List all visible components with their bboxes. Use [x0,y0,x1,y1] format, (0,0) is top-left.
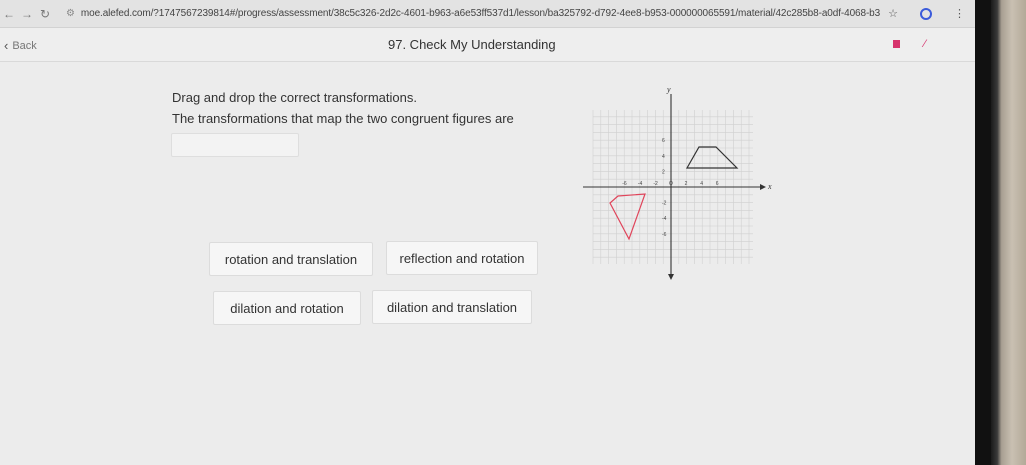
back-button[interactable]: ‹ Back [4,38,37,53]
answer-option-rotation-translation[interactable]: rotation and translation [209,242,373,276]
profile-icon[interactable] [920,7,932,20]
url-text: moe.alefed.com/?1747567239814#/progress/… [80,8,881,19]
y-tick-label: -6 [662,232,667,238]
answer-option-dilation-translation[interactable]: dilation and translation [372,290,532,324]
site-settings-icon[interactable]: ⚙ [66,8,75,19]
app-header: ‹ Back 97. Check My Understanding ⁄ [0,28,975,62]
screen: ← → ↻ ⚙ moe.alefed.com/?1747567239814#/p… [0,0,975,465]
reload-icon[interactable]: ↻ [36,7,54,21]
back-arrow-icon[interactable]: ← [0,7,18,21]
answer-option-dilation-rotation[interactable]: dilation and rotation [213,291,361,325]
pencil-icon[interactable]: ⁄ [924,38,926,50]
question-text: The transformations that map the two con… [172,111,514,126]
browser-toolbar: ← → ↻ ⚙ moe.alefed.com/?1747567239814#/p… [0,0,975,28]
coordinate-graph: x y -6 -4 -2 O 2 4 6 642-2-4-6 [583,85,772,280]
x-tick-label: -4 [638,181,643,187]
answer-drop-zone[interactable] [171,133,299,157]
y-tick-label: 6 [662,138,665,144]
y-axis-arrow [668,274,674,280]
answer-option-reflection-rotation[interactable]: reflection and rotation [386,241,538,275]
menu-dots-icon[interactable]: ⋮ [954,7,965,20]
y-axis-label: y [666,85,671,94]
page-title: 97. Check My Understanding [388,37,556,52]
y-tick-label: -2 [662,201,667,207]
answer-label: reflection and rotation [399,250,525,266]
x-tick-label: 4 [700,181,703,187]
answer-label: dilation and translation [386,299,518,315]
x-tick-label: -2 [653,181,658,187]
flag-icon[interactable] [893,40,900,48]
y-tick-label: 4 [662,154,665,160]
x-tick-label: -6 [622,181,627,187]
address-bar[interactable]: ⚙ moe.alefed.com/?1747567239814#/progres… [60,4,880,24]
y-tick-label: 2 [662,169,665,175]
y-tick-label: -4 [662,216,667,222]
answer-label: dilation and rotation [230,300,344,316]
x-tick-label: 2 [685,181,688,187]
back-label: Back [12,39,37,52]
question-instruction: Drag and drop the correct transformation… [172,90,417,105]
x-tick-label: O [669,181,673,187]
chevron-left-icon: ‹ [4,38,9,53]
forward-arrow-icon[interactable]: → [18,7,36,21]
x-axis-arrow [760,184,766,190]
x-axis-label: x [767,182,772,191]
answer-label: rotation and translation [224,251,358,267]
bookmark-star-icon[interactable]: ☆ [888,7,898,20]
background-wall [991,0,1026,465]
x-tick-label: 6 [716,181,719,187]
monitor-bezel [975,0,991,465]
